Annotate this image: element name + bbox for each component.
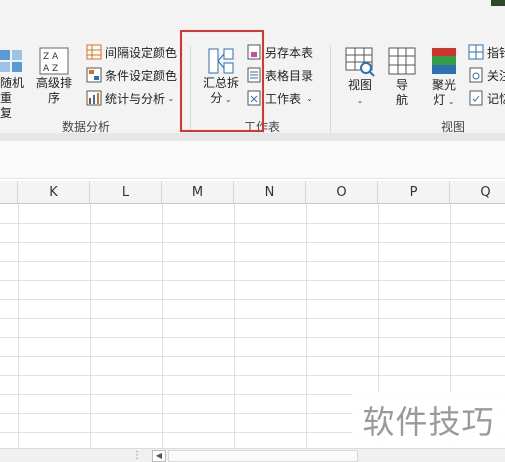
grid-color-icon <box>86 44 102 60</box>
view-label: 视图 <box>347 78 372 92</box>
column-header[interactable]: K <box>18 181 90 204</box>
chevron-down-icon: ⌄ <box>165 93 175 103</box>
column-header[interactable]: M <box>162 181 234 204</box>
column-header[interactable]: Q <box>450 181 505 204</box>
stats-analysis-button[interactable]: 统计与分析 ⌄ <box>86 88 174 108</box>
summary-split-label-1: 汇总拆 <box>202 76 239 90</box>
save-copy-label: 另存本表 <box>265 45 314 60</box>
random-repeat-label-1: 随机重 <box>0 76 25 105</box>
ribbon-separator <box>330 46 331 134</box>
column-header[interactable]: N <box>234 181 306 204</box>
memo-button[interactable]: 记忆 <box>468 88 505 108</box>
interval-color-label: 间隔设定颜色 <box>105 45 178 60</box>
table-list-icon <box>247 67 261 83</box>
pointer-label: 指针 <box>487 45 505 60</box>
grid-line <box>0 356 505 357</box>
ribbon: 随机重 复 Z A A Z 高级排 序 间隔设定颜色 条件设定颜色 统计与分析 … <box>0 6 505 141</box>
grid-line <box>0 299 505 300</box>
grid-line <box>0 242 505 243</box>
random-repeat-icon <box>0 50 22 72</box>
spotlight-label-2: 灯 ⌄ <box>433 93 455 107</box>
memo-label: 记忆 <box>487 91 505 106</box>
advanced-sort-label-1: 高级排 <box>35 76 72 90</box>
row-header-corner <box>0 181 18 204</box>
column-header[interactable]: L <box>90 181 162 204</box>
summary-split-button[interactable]: 汇总拆 分 ⌄ <box>198 46 244 107</box>
grid-line <box>0 337 505 338</box>
chevron-down-icon: ⌄ <box>301 93 313 103</box>
column-header[interactable]: P <box>378 181 450 204</box>
column-header[interactable]: O <box>306 181 378 204</box>
summary-split-icon <box>208 48 234 74</box>
follow-button[interactable]: 关注 <box>468 65 505 85</box>
view-magnify-icon <box>345 47 375 77</box>
table-toc-label: 表格目录 <box>265 68 314 83</box>
random-repeat-label-2: 复 <box>0 106 13 120</box>
grid-line <box>0 280 505 281</box>
navigation-grid-icon <box>388 47 416 75</box>
advanced-sort-button[interactable]: Z A A Z 高级排 序 <box>34 46 74 106</box>
grid-line <box>0 261 505 262</box>
formula-bar[interactable] <box>0 141 505 179</box>
ribbon-bottom-band <box>0 133 505 141</box>
spotlight-label-1: 聚光 <box>431 78 456 92</box>
chevron-down-icon: ⌄ <box>356 96 364 105</box>
grid-line <box>0 318 505 319</box>
memo-icon <box>469 90 483 106</box>
stats-icon <box>86 90 102 106</box>
watermark: 软件技巧 <box>352 392 505 448</box>
summary-split-label-2: 分 ⌄ <box>210 91 232 105</box>
interval-color-button[interactable]: 间隔设定颜色 <box>86 42 177 62</box>
navigation-label-1: 导 <box>395 78 408 92</box>
save-sheet-icon <box>247 44 261 60</box>
pointer-button[interactable]: 指针 <box>468 42 505 62</box>
navigation-label-2: 航 <box>395 93 408 107</box>
svg-text:Z A: Z A <box>43 52 59 62</box>
ribbon-separator <box>190 46 191 134</box>
follow-icon <box>469 67 483 83</box>
svg-text:A Z: A Z <box>43 64 58 74</box>
worksheet-menu-label: 工作表 <box>265 91 302 106</box>
stats-analysis-label: 统计与分析 <box>105 91 166 106</box>
view-button[interactable]: 视图 ⌄ <box>340 46 380 108</box>
scroll-thumb[interactable] <box>168 450 358 462</box>
random-repeat-button[interactable]: 随机重 复 <box>0 46 30 121</box>
spotlight-icon <box>432 48 456 74</box>
pointer-icon <box>468 44 484 60</box>
worksheet-icon <box>247 90 261 106</box>
follow-label: 关注 <box>487 68 505 83</box>
sheet-splitter-handle[interactable]: ⋮ <box>132 450 142 461</box>
spotlight-button[interactable]: 聚光 灯 ⌄ <box>426 46 462 109</box>
conditional-color-button[interactable]: 条件设定颜色 <box>86 65 177 85</box>
worksheet-menu-button[interactable]: 工作表 ⌄ <box>246 88 313 108</box>
condition-color-icon <box>86 67 102 83</box>
grid-line <box>0 375 505 376</box>
chevron-down-icon: ⌄ <box>222 95 232 104</box>
save-copy-button[interactable]: 另存本表 <box>246 42 313 62</box>
table-toc-button[interactable]: 表格目录 <box>246 65 313 85</box>
scroll-left-icon[interactable]: ◀ <box>152 450 166 462</box>
advanced-sort-label-2: 序 <box>47 91 60 105</box>
horizontal-scrollbar[interactable]: ⋮ ◀ <box>0 448 505 462</box>
conditional-color-label: 条件设定颜色 <box>105 68 178 83</box>
navigation-button[interactable]: 导 航 <box>384 46 420 108</box>
advanced-sort-icon: Z A A Z <box>39 47 69 75</box>
chevron-down-icon: ⌄ <box>445 97 455 106</box>
grid-line <box>0 223 505 224</box>
